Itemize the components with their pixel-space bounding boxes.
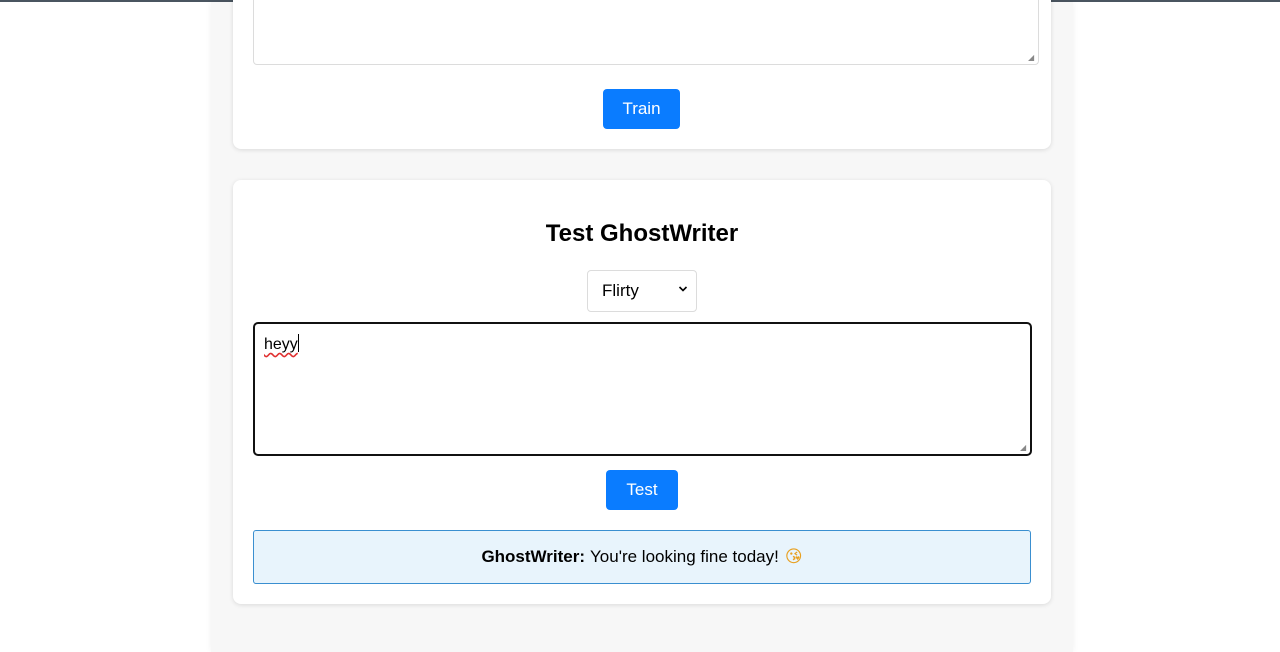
train-card: ◢ Train xyxy=(233,0,1051,149)
tone-select-value: Flirty xyxy=(602,281,639,300)
resize-handle-icon[interactable]: ◢ xyxy=(1028,54,1036,62)
kiss-emoji-icon: 😘 xyxy=(784,547,803,567)
test-button[interactable]: Test xyxy=(606,470,678,510)
test-card: Test GhostWriter Flirty heyy ◢ Test Ghos… xyxy=(233,180,1051,604)
tone-select[interactable]: Flirty xyxy=(587,270,697,312)
response-message: You're looking fine today! xyxy=(590,547,779,566)
resize-handle-icon[interactable]: ◢ xyxy=(1020,444,1028,452)
response-speaker: GhostWriter: xyxy=(481,547,586,566)
train-button[interactable]: Train xyxy=(603,89,680,129)
ghostwriter-response: GhostWriter: You're looking fine today! … xyxy=(253,530,1031,584)
section-title: Test GhostWriter xyxy=(545,220,739,247)
training-textarea[interactable]: ◢ xyxy=(253,0,1039,65)
message-input[interactable]: heyy ◢ xyxy=(253,322,1032,456)
text-caret xyxy=(297,334,299,352)
chevron-down-icon xyxy=(678,286,688,292)
message-input-value: heyy xyxy=(264,336,298,353)
